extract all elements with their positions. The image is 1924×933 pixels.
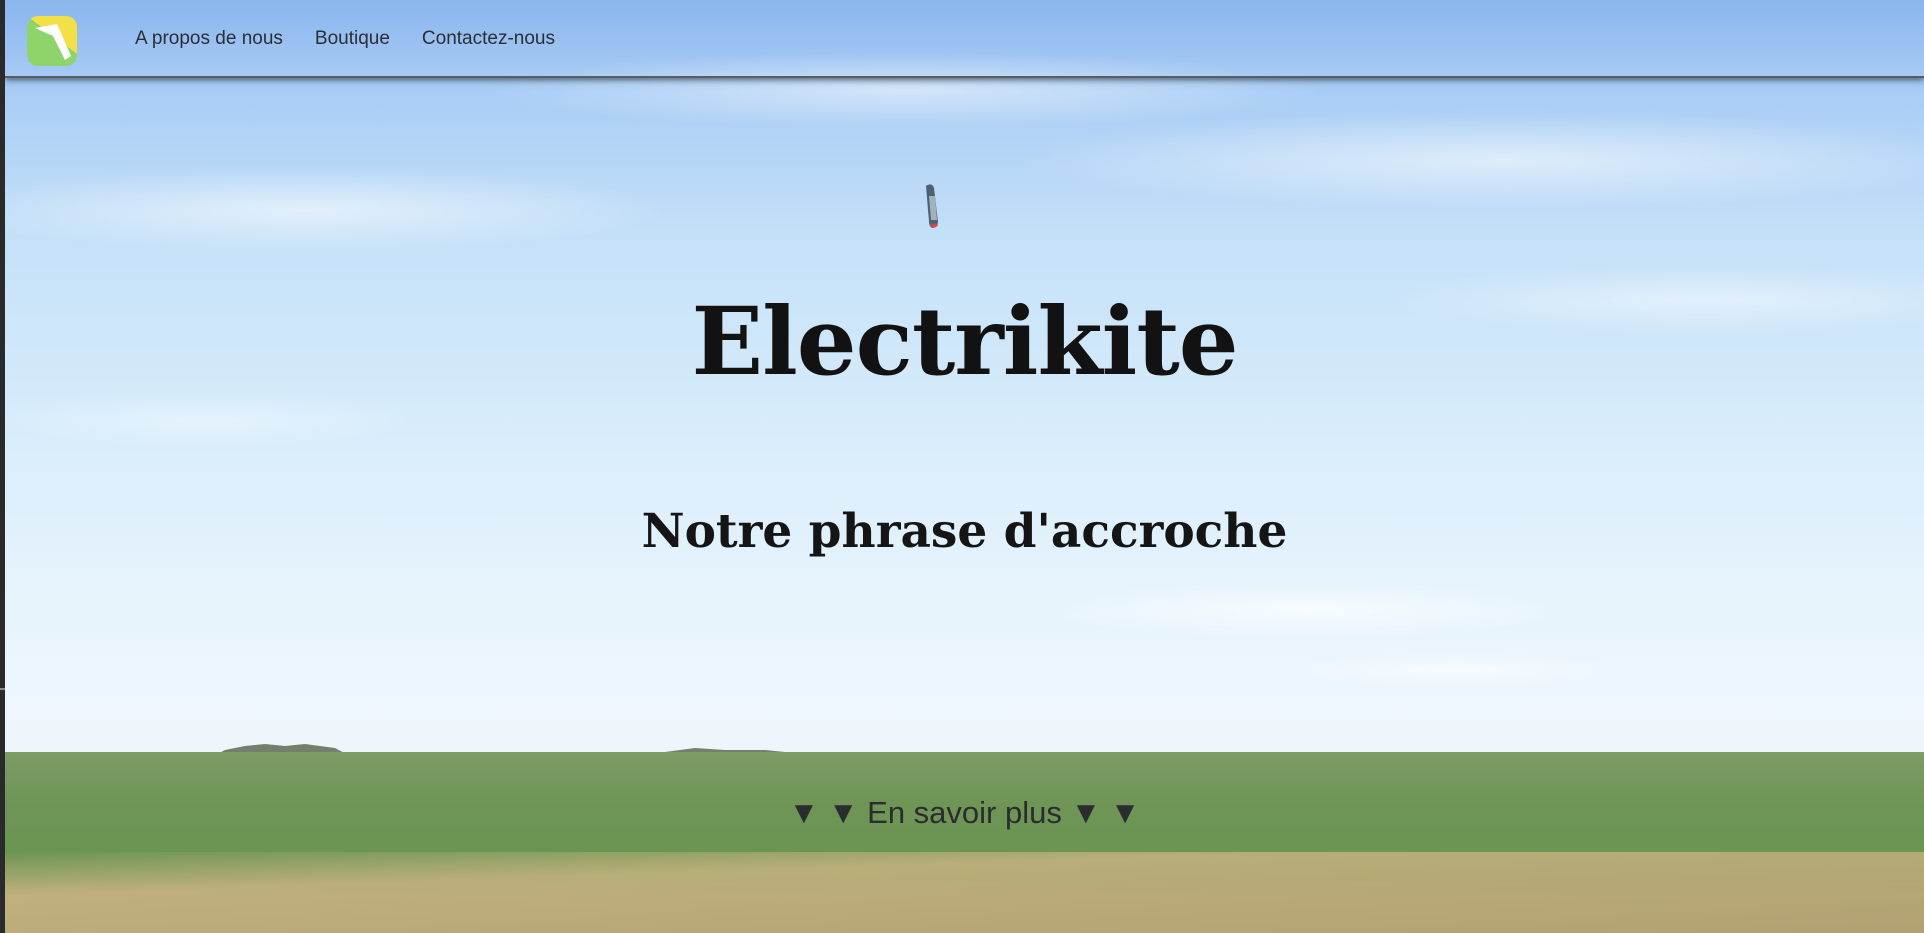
learn-more-link[interactable]: ▼ ▼ En savoir plus ▼ ▼	[5, 795, 1924, 831]
hero-subtitle: Notre phrase d'accroche	[641, 504, 1288, 559]
top-navbar: A propos de nous Boutique Contactez-nous	[5, 0, 1924, 78]
nav-link-about[interactable]: A propos de nous	[119, 28, 299, 50]
nav-link-shop[interactable]: Boutique	[299, 28, 406, 50]
kite-image	[926, 184, 939, 228]
kite-logo-icon[interactable]	[27, 16, 77, 66]
hero-title: Electrikite	[691, 287, 1238, 397]
nav-link-contact[interactable]: Contactez-nous	[406, 28, 571, 50]
dry-grass-strip	[5, 852, 1924, 933]
page: A propos de nous Boutique Contactez-nous…	[5, 0, 1924, 933]
hero-background	[5, 0, 1924, 933]
nav-links: A propos de nous Boutique Contactez-nous	[119, 0, 571, 78]
